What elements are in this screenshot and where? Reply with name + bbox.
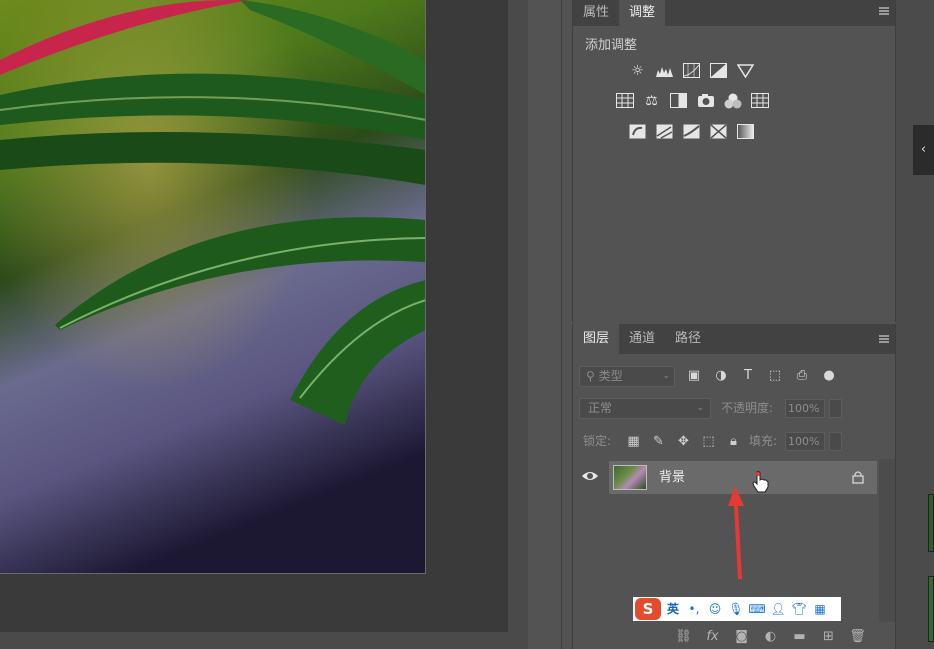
- lock-fill-row: 锁定: ▦ ✎ ✥ ⬚ 🔒︎ 填充: 100%: [579, 431, 889, 453]
- layer-filter-bar: ⚲ 类型 ⌄ ▣ ◑ T ⬚ ⎙ ●: [579, 366, 889, 388]
- adjustment-layer-icon[interactable]: ◐: [761, 628, 780, 645]
- sogou-logo[interactable]: S: [635, 598, 661, 620]
- pixel-filter-icon[interactable]: ▣: [685, 366, 703, 386]
- user-icon[interactable]: 👤︎: [769, 597, 787, 621]
- layers-bottom-bar: ⛓ fx ◙ ◐ ▬ ⊞ 🗑︎: [573, 624, 895, 649]
- lock-position-icon[interactable]: ✥: [675, 431, 692, 452]
- dock-divider: [561, 0, 562, 649]
- lock-icons: ▦ ✎ ✥ ⬚ 🔒︎: [625, 431, 742, 452]
- emoji-icon[interactable]: ☺: [706, 597, 724, 621]
- keyboard-icon[interactable]: ⌨: [748, 597, 766, 621]
- blend-mode-value: 正常: [588, 401, 613, 415]
- opacity-input[interactable]: 100%: [785, 399, 825, 418]
- filter-type-icons: ▣ ◑ T ⬚ ⎙ ●: [685, 366, 838, 386]
- layers-scrollbar[interactable]: [879, 459, 895, 622]
- vibrance-icon[interactable]: [736, 62, 755, 79]
- fill-input[interactable]: 100%: [785, 432, 825, 451]
- adjustment-row-1: ☼: [628, 62, 755, 79]
- opacity-label: 不透明度:: [721, 401, 774, 415]
- blend-opacity-row: 正常 ⌄ 不透明度: 100%: [579, 398, 889, 420]
- smart-object-filter-icon[interactable]: ⎙: [793, 366, 811, 386]
- document-image[interactable]: [0, 0, 426, 574]
- eye-icon[interactable]: [581, 469, 599, 483]
- posterize-icon[interactable]: [655, 123, 674, 140]
- layer-name: 背景: [659, 470, 686, 485]
- collapse-panel-button[interactable]: ‹: [913, 125, 934, 175]
- ime-toolbar: S 英 •, ☺ 🎙︎ ⌨ 👤︎ 👕︎ ▦: [633, 597, 841, 621]
- canvas-vertical-scrollbar[interactable]: [508, 0, 528, 632]
- panel-dock-gutter: [528, 0, 572, 649]
- shape-filter-icon[interactable]: ⬚: [766, 366, 784, 386]
- curves-icon[interactable]: [682, 62, 701, 79]
- blend-mode-select[interactable]: 正常 ⌄: [579, 398, 711, 419]
- layers-tab-bar: 图层 通道 路径: [573, 324, 895, 354]
- photoshop-window: 属性 调整 添加调整 ☼ ⚖ 图层 通道 路径 ⚲ 类型 ⌄ ▣ ◑ T ⬚ ⎙…: [0, 0, 934, 649]
- language-mode[interactable]: 英: [664, 597, 682, 621]
- lock-label: 锁定:: [583, 434, 612, 448]
- add-adjustment-title: 添加调整: [585, 38, 638, 53]
- thumbnail-strip-1: [928, 494, 934, 552]
- selective-color-icon[interactable]: [709, 123, 728, 140]
- fx-icon[interactable]: fx: [703, 628, 722, 645]
- layer-actions: ⛓ fx ◙ ◐ ▬ ⊞ 🗑︎: [674, 628, 867, 645]
- opacity-dropdown[interactable]: [829, 399, 842, 418]
- panel-menu-icon[interactable]: [879, 7, 889, 15]
- adjustment-row-2: ⚖: [615, 92, 769, 109]
- lock-all-icon[interactable]: 🔒︎: [725, 431, 742, 452]
- type-filter-icon[interactable]: T: [739, 366, 757, 386]
- adjustments-panel: 属性 调整 添加调整 ☼ ⚖: [572, 0, 896, 322]
- adjustment-filter-icon[interactable]: ◑: [712, 366, 730, 386]
- adjustments-tab-bar: 属性 调整: [573, 0, 895, 26]
- levels-icon[interactable]: [655, 62, 674, 79]
- exposure-icon[interactable]: [709, 62, 728, 79]
- tab-channels[interactable]: 通道: [619, 324, 665, 354]
- link-icon[interactable]: ⛓: [674, 628, 693, 645]
- lock-artboard-icon[interactable]: ⬚: [700, 431, 717, 452]
- layer-filter-label: 类型: [598, 369, 623, 383]
- mask-icon[interactable]: ◙: [732, 628, 751, 645]
- lock-pixels-icon[interactable]: ✎: [650, 431, 667, 452]
- tab-properties[interactable]: 属性: [573, 0, 619, 26]
- photo-filter-icon[interactable]: [696, 92, 715, 109]
- new-layer-icon[interactable]: ⊞: [819, 628, 838, 645]
- canvas-area[interactable]: [0, 0, 508, 632]
- thumbnail-strip-2: [928, 576, 934, 642]
- lock-icon[interactable]: [851, 470, 865, 484]
- color-balance-icon[interactable]: ⚖: [642, 92, 661, 109]
- fill-dropdown[interactable]: [829, 432, 842, 451]
- lock-transparent-icon[interactable]: ▦: [625, 431, 642, 452]
- annotation-arrow: [728, 486, 744, 579]
- search-icon: ⚲: [586, 369, 599, 383]
- hue-saturation-icon[interactable]: [615, 92, 634, 109]
- tab-paths[interactable]: 路径: [665, 324, 711, 354]
- filter-toggle-icon[interactable]: ●: [820, 366, 838, 386]
- apps-icon[interactable]: ▦: [811, 597, 829, 621]
- tab-layers[interactable]: 图层: [573, 324, 620, 354]
- adjustment-row-3: [628, 123, 755, 140]
- layer-filter-kind[interactable]: ⚲ 类型 ⌄: [579, 366, 675, 387]
- brightness-contrast-icon[interactable]: ☼: [628, 62, 647, 79]
- microphone-icon[interactable]: 🎙︎: [727, 597, 745, 621]
- hand-cursor-icon: [752, 471, 769, 493]
- tab-adjustments[interactable]: 调整: [619, 0, 666, 26]
- layer-thumbnail: [613, 465, 647, 490]
- fill-label: 填充:: [749, 434, 778, 448]
- punctuation-icon[interactable]: •,: [685, 597, 703, 621]
- channel-mixer-icon[interactable]: [723, 92, 742, 109]
- threshold-icon[interactable]: [682, 123, 701, 140]
- folder-icon[interactable]: ▬: [790, 628, 809, 645]
- trash-icon[interactable]: 🗑︎: [848, 628, 867, 645]
- color-lookup-icon[interactable]: [750, 92, 769, 109]
- skin-icon[interactable]: 👕︎: [790, 597, 808, 621]
- invert-icon[interactable]: [628, 123, 647, 140]
- chevron-down-icon: ⌄: [662, 371, 670, 381]
- chevron-down-icon: ⌄: [696, 403, 704, 413]
- gradient-map-icon[interactable]: [736, 123, 755, 140]
- layers-panel-menu-icon[interactable]: [879, 335, 889, 343]
- canvas-horizontal-scrollbar[interactable]: [0, 632, 528, 649]
- black-white-icon[interactable]: [669, 92, 688, 109]
